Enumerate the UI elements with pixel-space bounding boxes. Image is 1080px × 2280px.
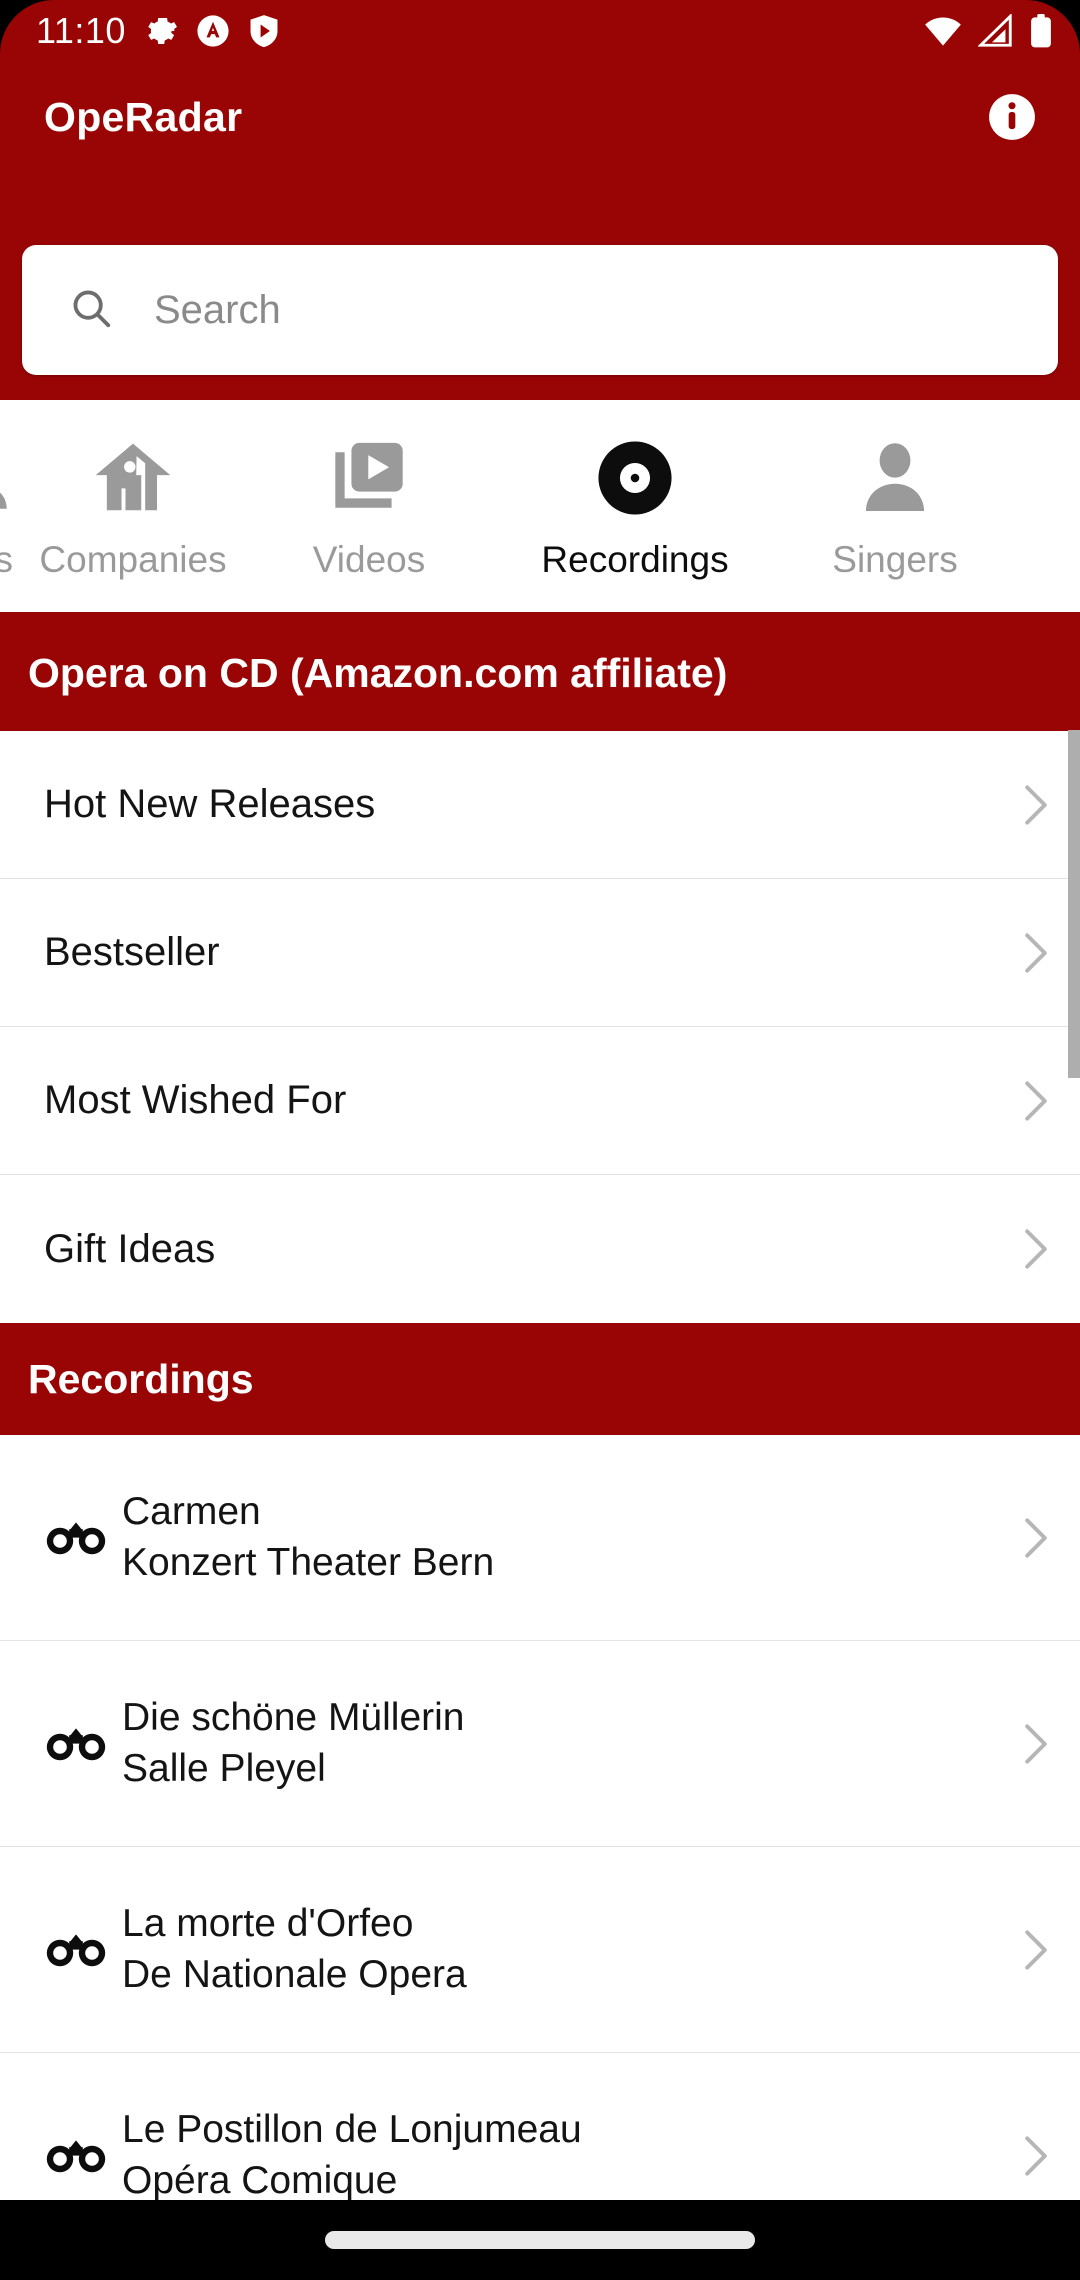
list-item-label: Most Wished For (44, 1078, 347, 1122)
binoculars-icon (30, 2136, 122, 2176)
recording-title: La morte d'Orfeo (122, 1901, 414, 1945)
tab-label: sers (0, 539, 13, 581)
chevron-right-icon (1014, 783, 1058, 827)
recording-text: La morte d'Orfeo De Nationale Opera (122, 1901, 467, 1996)
search-input[interactable] (154, 270, 974, 350)
tab-videos[interactable]: Videos (248, 400, 490, 612)
binoculars-icon (30, 1518, 122, 1558)
tab-label: Singers (832, 538, 958, 580)
app-bar: OpeRadar (0, 62, 1080, 172)
binoculars-icon (30, 1724, 122, 1764)
recording-subtitle: De Nationale Opera (122, 1952, 467, 1996)
status-bar-clock: 11:10 (36, 10, 126, 51)
chevron-right-icon (1014, 1722, 1058, 1766)
search-bar[interactable] (22, 245, 1058, 375)
content-list[interactable]: Opera on CD (Amazon.com affiliate) Hot N… (0, 615, 1080, 2200)
status-bar-left: 11:10 (36, 13, 280, 49)
recording-title: Carmen (122, 1489, 261, 1533)
list-item[interactable]: Hot New Releases (0, 731, 1080, 879)
status-bar: 11:10 (0, 0, 1080, 62)
gear-icon (144, 14, 178, 48)
tab-singers[interactable]: Singers (780, 400, 1010, 612)
recording-text: Carmen Konzert Theater Bern (122, 1489, 495, 1584)
vinyl-record-icon (592, 435, 678, 521)
tab-label: Companies (39, 538, 227, 580)
recording-title: Die schöne Müllerin (122, 1695, 465, 1739)
info-icon[interactable] (984, 89, 1040, 145)
gesture-pill[interactable] (325, 2231, 755, 2249)
list-item-label: Bestseller (44, 930, 220, 974)
recording-title: Le Postillon de Lonjumeau (122, 2107, 582, 2151)
recording-subtitle: Opéra Comique (122, 2158, 398, 2200)
recording-text: Le Postillon de Lonjumeau Opéra Comique (122, 2107, 582, 2200)
section-header-amazon: Opera on CD (Amazon.com affiliate) (0, 615, 1080, 731)
list-item-label: Hot New Releases (44, 782, 376, 826)
chevron-right-icon (1014, 1079, 1058, 1123)
section-header-recordings: Recordings (0, 1323, 1080, 1435)
recording-row[interactable]: Le Postillon de Lonjumeau Opéra Comique (0, 2053, 1080, 2200)
search-icon (68, 285, 114, 336)
tab-label: Videos (312, 538, 426, 580)
circle-a-icon (196, 14, 230, 48)
recording-row[interactable]: Carmen Konzert Theater Bern (0, 1435, 1080, 1641)
battery-icon (1030, 14, 1052, 48)
list-item[interactable]: Most Wished For (0, 1027, 1080, 1175)
person-icon (852, 435, 938, 521)
tab-composers[interactable]: sers (0, 400, 19, 612)
recording-subtitle: Konzert Theater Bern (122, 1540, 495, 1584)
chevron-right-icon (1014, 1516, 1058, 1560)
recording-row[interactable]: Die schöne Müllerin Salle Pleyel (0, 1641, 1080, 1847)
chevron-right-icon (1014, 1928, 1058, 1972)
list-item[interactable]: Bestseller (0, 879, 1080, 1027)
cellular-signal-icon (978, 14, 1014, 48)
tab-label: Recordings (541, 538, 729, 580)
binoculars-icon (30, 1930, 122, 1970)
search-box[interactable] (22, 245, 1058, 375)
shield-play-icon (248, 14, 280, 48)
video-library-icon (326, 435, 412, 521)
app-title: OpeRadar (44, 93, 243, 140)
house-icon (90, 435, 176, 521)
tab-recordings[interactable]: Recordings (490, 400, 780, 612)
phone-screen: 11:10 OpeRadar Search Companies Videos R… (0, 0, 1080, 2280)
composer-icon (0, 435, 19, 521)
category-tab-bar[interactable]: sers Companies Videos (0, 400, 1080, 615)
recording-row[interactable]: La morte d'Orfeo De Nationale Opera (0, 1847, 1080, 2053)
list-item-label: Gift Ideas (44, 1226, 216, 1271)
recording-subtitle: Salle Pleyel (122, 1746, 326, 1790)
wifi-icon (924, 14, 962, 48)
chevron-right-icon (1014, 931, 1058, 975)
tab-companies[interactable]: Companies (18, 400, 248, 612)
recording-text: Die schöne Müllerin Salle Pleyel (122, 1695, 465, 1790)
status-bar-right (924, 14, 1052, 48)
chevron-right-icon (1014, 2134, 1058, 2178)
vertical-scrollbar[interactable] (1068, 730, 1080, 1078)
chevron-right-icon (1014, 1227, 1058, 1271)
list-item[interactable]: Gift Ideas (0, 1175, 1080, 1323)
system-navigation-bar (0, 2200, 1080, 2280)
